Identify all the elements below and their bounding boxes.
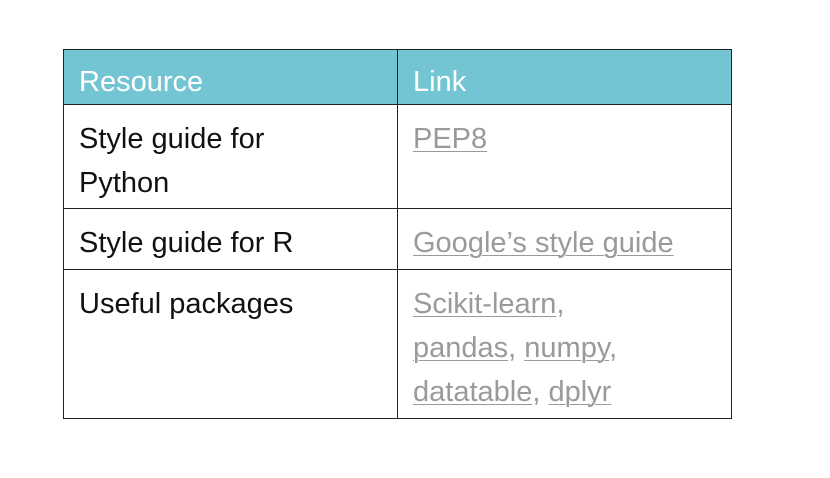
header-row: Resource Link <box>63 49 732 105</box>
link-numpy[interactable]: numpy <box>524 332 609 364</box>
resource-cell: Style guide for Python <box>63 104 398 209</box>
link-cell: Google’s style guide <box>397 208 732 270</box>
link-datatable[interactable]: datatable <box>413 376 532 408</box>
link-separator: , <box>556 288 565 320</box>
link-separator: , <box>508 332 517 364</box>
resource-text-line2: Python <box>79 167 170 199</box>
table-row: Style guide for R Google’s style guide <box>63 208 732 270</box>
resource-text-line1: Style guide for <box>79 123 265 155</box>
link-dplyr[interactable]: dplyr <box>548 376 611 408</box>
resource-cell: Style guide for R <box>63 208 398 270</box>
link-pandas[interactable]: pandas <box>413 332 508 364</box>
link-separator: , <box>609 332 618 364</box>
resource-table: Resource Link Style guide for Python PEP… <box>63 49 732 419</box>
link-cell: PEP8 <box>397 104 732 209</box>
resource-cell: Useful packages <box>63 269 398 419</box>
table-row: Useful packages Scikit-learn, pandas, nu… <box>63 269 732 419</box>
link-scikit-learn[interactable]: Scikit-learn <box>413 288 556 320</box>
header-resource: Resource <box>63 49 398 105</box>
table-row: Style guide for Python PEP8 <box>63 104 732 209</box>
link-separator: , <box>532 376 541 408</box>
link-cell: Scikit-learn, pandas, numpy, datatable, … <box>397 269 732 419</box>
link-pep8[interactable]: PEP8 <box>413 123 487 155</box>
link-google-style-guide[interactable]: Google’s style guide <box>413 227 674 259</box>
header-link: Link <box>397 49 732 105</box>
